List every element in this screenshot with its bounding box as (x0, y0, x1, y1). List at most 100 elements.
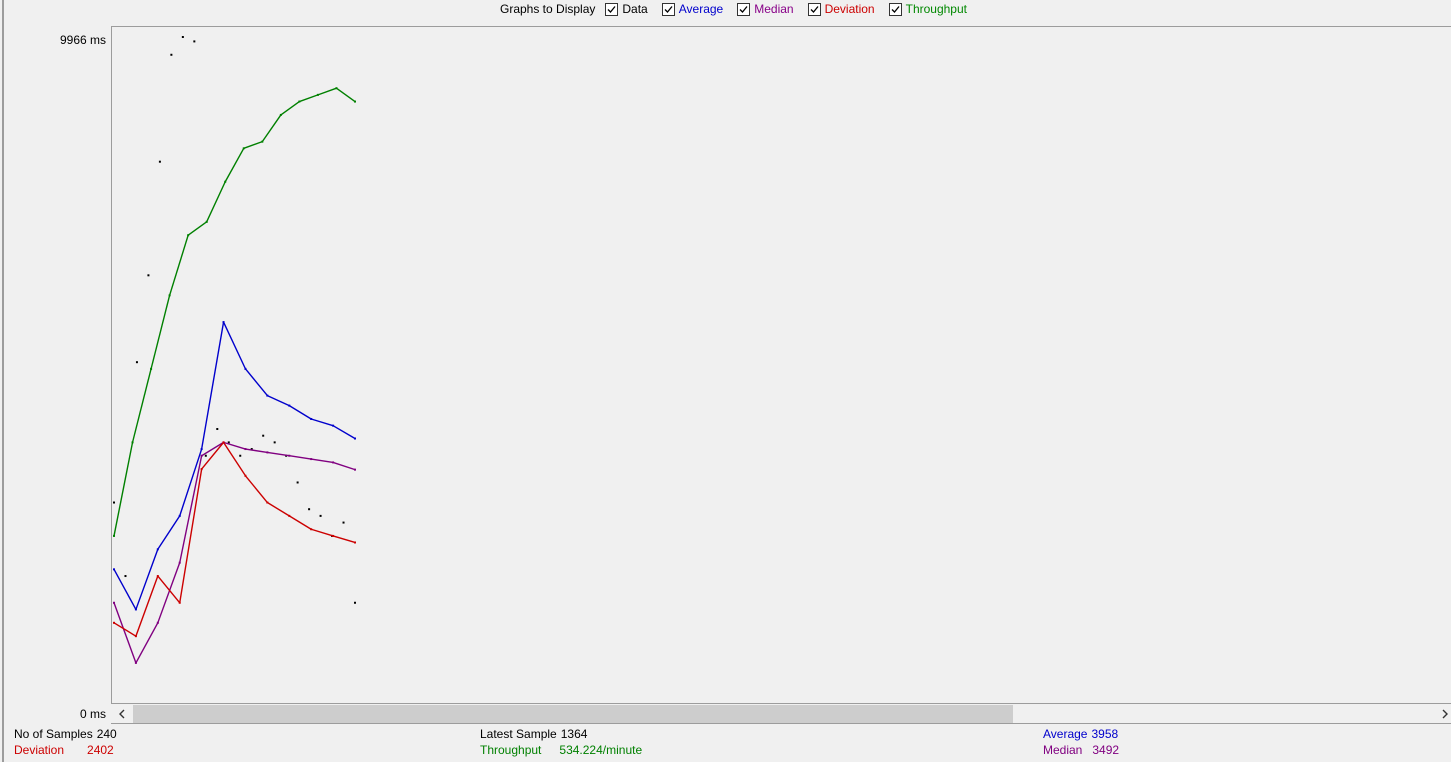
checkbox-average-label: Average (678, 2, 724, 16)
deviation-segment (157, 575, 181, 604)
throughput-segment (224, 147, 245, 183)
throughput-segment (243, 140, 263, 149)
data-point (308, 508, 311, 511)
data-point (193, 40, 196, 43)
data-point (319, 514, 322, 517)
scroll-left-arrow-icon[interactable] (111, 704, 133, 724)
samples-value: 240 (96, 727, 117, 741)
average-label: Average (1043, 727, 1088, 741)
data-point (354, 601, 356, 604)
data-point (204, 454, 207, 457)
deviation-value: 2402 (87, 743, 114, 757)
median-segment (267, 451, 290, 457)
deviation-segment (332, 535, 356, 544)
checkbox-deviation[interactable]: Deviation (807, 2, 875, 16)
average-value: 3958 (1091, 727, 1119, 741)
deviation-segment (179, 468, 203, 603)
graph-area (111, 26, 1451, 704)
latest-sample-label: Latest Sample (480, 727, 557, 741)
median-segment (332, 461, 356, 471)
checkbox-data-label: Data (622, 2, 648, 16)
checkbox-data-box[interactable] (605, 2, 619, 16)
checkbox-average[interactable]: Average (661, 2, 724, 16)
throughput-segment (168, 235, 189, 296)
median-segment (289, 455, 312, 460)
horizontal-scrollbar[interactable] (111, 704, 1451, 724)
checkbox-deviation-box[interactable] (807, 2, 821, 16)
data-point (147, 274, 150, 277)
throughput-segment (150, 295, 171, 370)
checkbox-median[interactable]: Median (737, 2, 794, 16)
throughput-segment (261, 114, 282, 143)
samples-stat: No of Samples 240 (14, 727, 117, 741)
data-point (113, 501, 115, 504)
deviation-stat: Deviation 2402 (14, 743, 114, 757)
average-point (354, 437, 356, 440)
average-segment (267, 394, 290, 407)
deviation-segment (244, 475, 268, 503)
average-segment (200, 321, 225, 450)
data-point (342, 521, 345, 524)
average-segment (244, 368, 268, 397)
scroll-right-arrow-icon[interactable] (1439, 704, 1451, 724)
deviation-segment (135, 575, 159, 637)
median-segment (157, 562, 181, 624)
average-segment (135, 549, 159, 610)
throughput-point (354, 100, 356, 103)
average-segment (157, 515, 181, 550)
deviation-segment (310, 528, 334, 537)
throughput-segment (336, 87, 356, 103)
data-point (135, 361, 138, 364)
throughput-segment (299, 94, 319, 103)
data-point (124, 575, 127, 578)
y-axis-min-label: 0 ms (79, 707, 106, 721)
average-segment (222, 321, 247, 370)
median-label: Median (1043, 743, 1083, 757)
checkbox-throughput-box[interactable] (888, 2, 902, 16)
series-throughput (113, 87, 356, 537)
graphs-to-display-label: Graphs to Display (500, 2, 596, 16)
median-stat: Median 3492 (1043, 743, 1119, 757)
checkbox-deviation-label: Deviation (824, 2, 875, 16)
data-point (239, 454, 242, 457)
samples-label: No of Samples (14, 727, 93, 741)
average-segment (288, 405, 312, 420)
data-point (262, 434, 265, 437)
checkbox-throughput-label: Throughput (905, 2, 967, 16)
throughput-segment (113, 442, 134, 537)
throughput-segment (280, 100, 300, 116)
throughput-segment (317, 87, 337, 96)
series-average (113, 321, 356, 611)
checkbox-average-box[interactable] (661, 2, 675, 16)
window-left-border (0, 0, 4, 762)
deviation-point (354, 541, 356, 544)
series-data (113, 36, 356, 604)
checkbox-median-box[interactable] (737, 2, 751, 16)
graphs-to-display-toolbar: Graphs to Display Data Average Median De… (0, 0, 1451, 18)
average-segment (332, 425, 356, 440)
latest-sample-stat: Latest Sample 1364 (480, 727, 587, 741)
throughput-segment (187, 221, 208, 236)
checkbox-median-label: Median (754, 2, 794, 16)
deviation-label: Deviation (14, 743, 65, 757)
y-axis-max-label: 9966 ms (59, 33, 106, 47)
deviation-segment (288, 515, 312, 530)
scrollbar-thumb[interactable] (133, 705, 1013, 723)
average-stat: Average 3958 (1043, 727, 1118, 741)
median-segment (113, 602, 137, 664)
throughput-stat: Throughput 534.224/minute (480, 743, 642, 757)
series-deviation (113, 441, 356, 638)
throughput-value: 534.224/minute (559, 743, 643, 757)
median-segment (201, 441, 224, 457)
response-time-chart (113, 36, 356, 664)
data-point (296, 481, 299, 484)
checkbox-data[interactable]: Data (605, 2, 648, 16)
median-point (354, 468, 356, 471)
series-median (113, 441, 356, 664)
checkbox-throughput[interactable]: Throughput (888, 2, 967, 16)
data-point (273, 441, 276, 444)
latest-sample-value: 1364 (560, 727, 588, 741)
data-point (158, 160, 161, 163)
throughput-segment (206, 181, 226, 223)
average-segment (310, 418, 334, 427)
